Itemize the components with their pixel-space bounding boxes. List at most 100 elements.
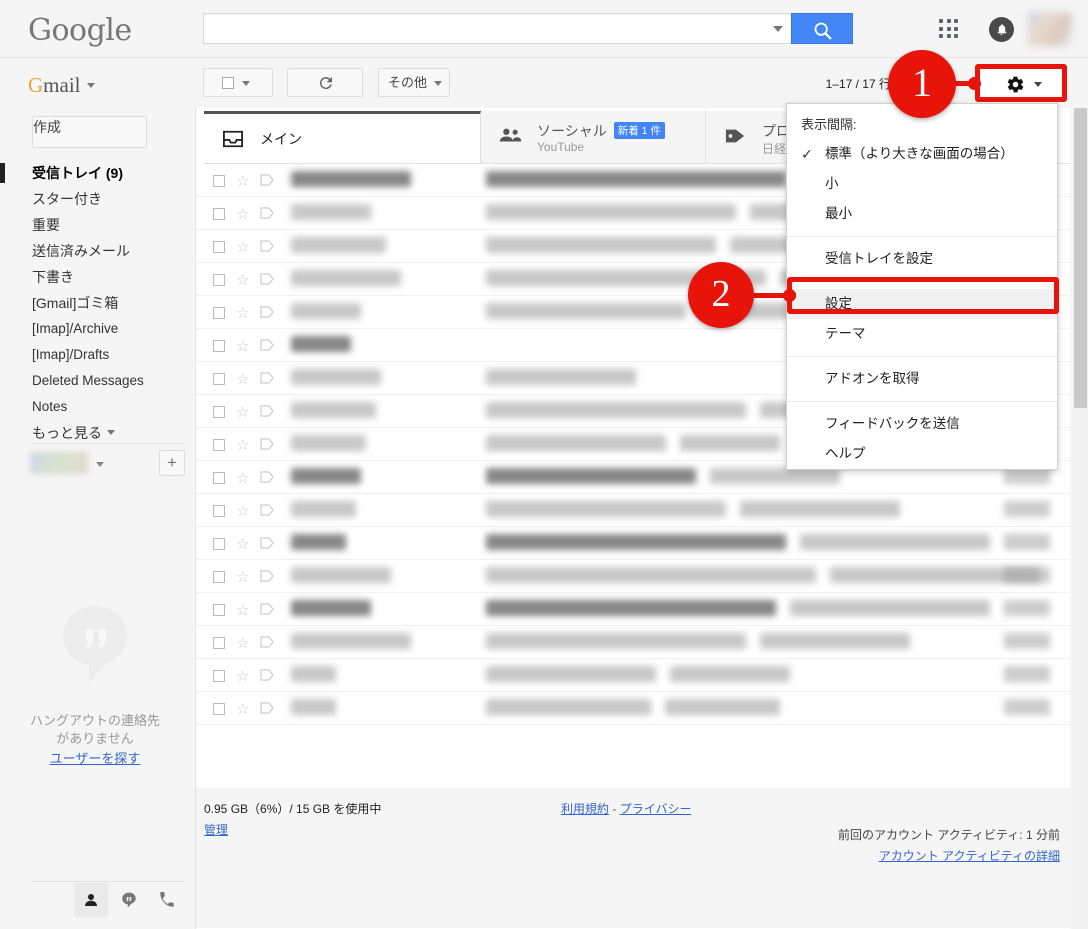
- apps-grid-icon[interactable]: [939, 19, 959, 39]
- chevron-down-icon[interactable]: [96, 462, 104, 467]
- row-checkbox[interactable]: [213, 637, 225, 649]
- row-checkbox[interactable]: [213, 307, 225, 319]
- importance-marker-icon[interactable]: [260, 405, 274, 420]
- star-icon[interactable]: ☆: [236, 172, 249, 190]
- search-input[interactable]: [204, 14, 764, 43]
- activity-details-link[interactable]: アカウント アクティビティの詳細: [838, 847, 1060, 864]
- importance-marker-icon[interactable]: [260, 570, 274, 585]
- importance-marker-icon[interactable]: [260, 471, 274, 486]
- menu-item-configure-inbox[interactable]: 受信トレイを設定: [787, 244, 1057, 274]
- star-icon[interactable]: ☆: [236, 667, 249, 685]
- row-checkbox[interactable]: [213, 406, 225, 418]
- importance-marker-icon[interactable]: [260, 306, 274, 321]
- user-name-chip[interactable]: [30, 452, 88, 474]
- menu-item-get-addons[interactable]: アドオンを取得: [787, 364, 1057, 394]
- importance-marker-icon[interactable]: [260, 537, 274, 552]
- star-icon[interactable]: ☆: [236, 601, 249, 619]
- tab-primary[interactable]: メイン: [204, 111, 481, 163]
- menu-item-themes[interactable]: テーマ: [787, 319, 1057, 349]
- importance-marker-icon[interactable]: [260, 438, 274, 453]
- importance-marker-icon[interactable]: [260, 372, 274, 387]
- menu-item-density-comfortable[interactable]: 標準（より大きな画面の場合）: [787, 139, 1057, 169]
- importance-marker-icon[interactable]: [260, 240, 274, 255]
- table-row[interactable]: ☆: [196, 494, 1070, 527]
- sidebar-item-trash[interactable]: [Gmail]ゴミ箱: [0, 290, 190, 316]
- importance-marker-icon[interactable]: [260, 273, 274, 288]
- star-icon[interactable]: ☆: [236, 304, 249, 322]
- star-icon[interactable]: ☆: [236, 271, 249, 289]
- sidebar-item-imap-drafts[interactable]: [Imap]/Drafts: [0, 342, 190, 368]
- row-checkbox[interactable]: [213, 373, 225, 385]
- row-checkbox[interactable]: [213, 208, 225, 220]
- table-row[interactable]: ☆: [196, 560, 1070, 593]
- row-checkbox[interactable]: [213, 604, 225, 616]
- scrollbar-thumb[interactable]: [1074, 108, 1087, 408]
- notification-bell-icon[interactable]: [989, 17, 1014, 42]
- row-checkbox[interactable]: [213, 175, 225, 187]
- row-checkbox[interactable]: [213, 274, 225, 286]
- sidebar-item-inbox[interactable]: 受信トレイ (9): [0, 160, 190, 186]
- table-row[interactable]: ☆: [196, 659, 1070, 692]
- table-row[interactable]: ☆: [196, 626, 1070, 659]
- importance-marker-icon[interactable]: [260, 207, 274, 222]
- sidebar-item-drafts[interactable]: 下書き: [0, 264, 190, 290]
- star-icon[interactable]: ☆: [236, 535, 249, 553]
- star-icon[interactable]: ☆: [236, 700, 249, 718]
- avatar[interactable]: [1028, 12, 1072, 46]
- star-icon[interactable]: ☆: [236, 238, 249, 256]
- hangouts-tab-contacts[interactable]: [74, 883, 108, 917]
- row-checkbox[interactable]: [213, 472, 225, 484]
- star-icon[interactable]: ☆: [236, 502, 249, 520]
- sidebar-item-imap-archive[interactable]: [Imap]/Archive: [0, 316, 190, 342]
- menu-item-send-feedback[interactable]: フィードバックを送信: [787, 409, 1057, 439]
- star-icon[interactable]: ☆: [236, 436, 249, 454]
- importance-marker-icon[interactable]: [260, 174, 274, 189]
- importance-marker-icon[interactable]: [260, 504, 274, 519]
- search-button[interactable]: [791, 13, 853, 44]
- row-checkbox[interactable]: [213, 241, 225, 253]
- table-row[interactable]: ☆: [196, 692, 1070, 725]
- star-icon[interactable]: ☆: [236, 370, 249, 388]
- star-icon[interactable]: ☆: [236, 469, 249, 487]
- star-icon[interactable]: ☆: [236, 403, 249, 421]
- google-logo[interactable]: Google: [28, 13, 132, 48]
- product-menu[interactable]: Gmail: [28, 73, 95, 98]
- row-checkbox[interactable]: [213, 703, 225, 715]
- menu-item-density-compact[interactable]: 最小: [787, 199, 1057, 229]
- gear-settings-button[interactable]: [977, 68, 1063, 98]
- row-checkbox[interactable]: [213, 505, 225, 517]
- sidebar-item-important[interactable]: 重要: [0, 212, 190, 238]
- importance-marker-icon[interactable]: [260, 702, 274, 717]
- importance-marker-icon[interactable]: [260, 603, 274, 618]
- refresh-button[interactable]: [287, 68, 363, 97]
- star-icon[interactable]: ☆: [236, 205, 249, 223]
- sidebar-item-deleted-messages[interactable]: Deleted Messages: [0, 368, 190, 394]
- sidebar-item-notes[interactable]: Notes: [0, 394, 190, 420]
- select-all-button[interactable]: [203, 68, 273, 97]
- table-row[interactable]: ☆: [196, 593, 1070, 626]
- row-checkbox[interactable]: [213, 538, 225, 550]
- search-box[interactable]: [203, 13, 791, 44]
- find-people-link[interactable]: ユーザーを探す: [0, 748, 190, 767]
- terms-link[interactable]: 利用規約: [561, 802, 609, 816]
- tab-social[interactable]: ソーシャル 新着 1 件 YouTube: [481, 111, 706, 163]
- menu-item-settings[interactable]: 設定: [787, 289, 1057, 319]
- row-checkbox[interactable]: [213, 439, 225, 451]
- row-checkbox[interactable]: [213, 340, 225, 352]
- menu-item-help[interactable]: ヘルプ: [787, 439, 1057, 469]
- star-icon[interactable]: ☆: [236, 634, 249, 652]
- star-icon[interactable]: ☆: [236, 337, 249, 355]
- importance-marker-icon[interactable]: [260, 339, 274, 354]
- hangouts-tab-phone[interactable]: [150, 883, 184, 917]
- table-row[interactable]: ☆: [196, 527, 1070, 560]
- sidebar-item-sent[interactable]: 送信済みメール: [0, 238, 190, 264]
- add-contact-button[interactable]: +: [159, 450, 185, 476]
- more-button[interactable]: その他: [378, 68, 450, 97]
- privacy-link[interactable]: プライバシー: [620, 802, 692, 816]
- manage-storage-link[interactable]: 管理: [204, 821, 381, 838]
- row-checkbox[interactable]: [213, 670, 225, 682]
- menu-item-density-cozy[interactable]: 小: [787, 169, 1057, 199]
- star-icon[interactable]: ☆: [236, 568, 249, 586]
- importance-marker-icon[interactable]: [260, 669, 274, 684]
- row-checkbox[interactable]: [213, 571, 225, 583]
